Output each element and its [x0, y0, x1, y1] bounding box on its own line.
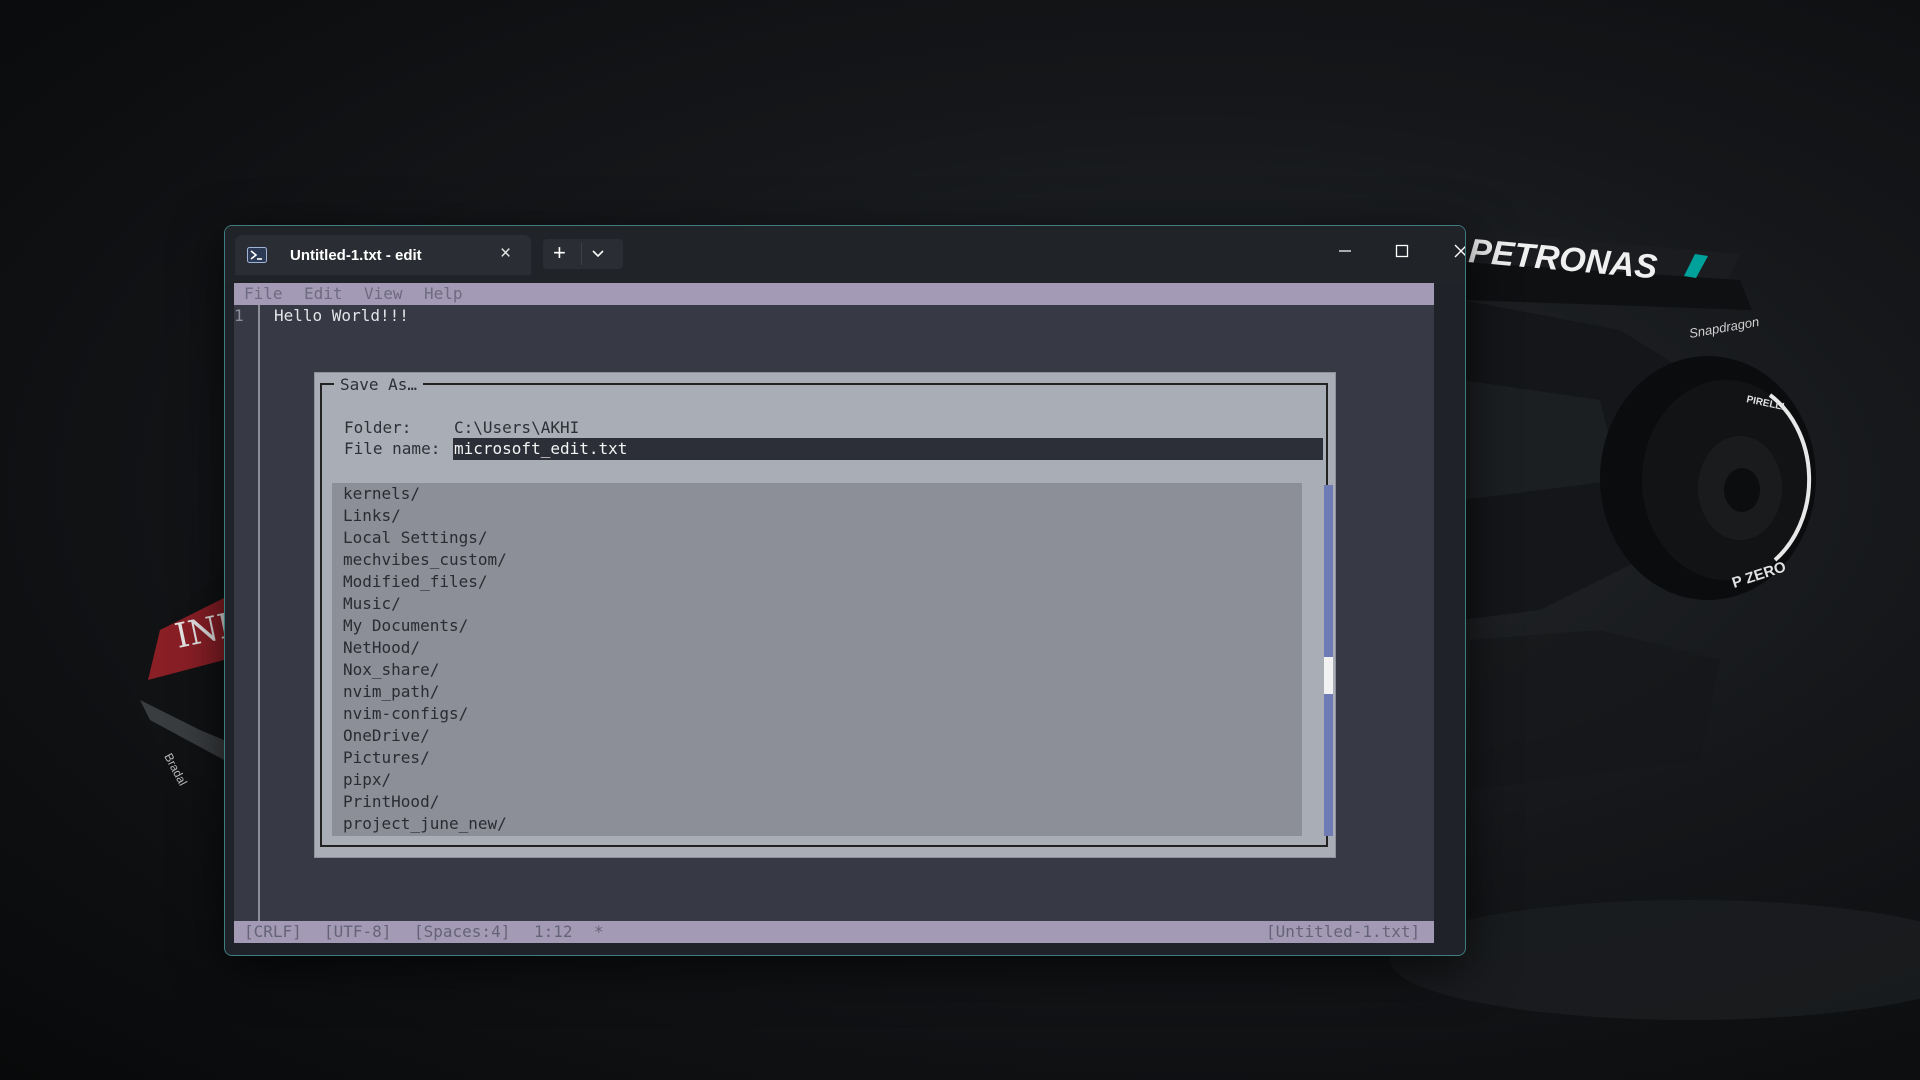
- status-filename: [Untitled-1.txt]: [1266, 922, 1421, 941]
- menu-view[interactable]: View: [364, 283, 403, 305]
- title-bar[interactable]: Untitled-1.txt - edit × +: [225, 226, 1465, 283]
- file-list-item[interactable]: nvim_path/: [343, 681, 439, 703]
- tab-actions: +: [543, 239, 623, 269]
- status-modified-indicator: *: [594, 922, 604, 941]
- status-indent[interactable]: [Spaces:4]: [414, 921, 510, 943]
- folder-label: Folder:: [344, 418, 412, 437]
- status-cursor-position: 1:12: [534, 922, 573, 941]
- filename-label: File name:: [344, 439, 441, 458]
- menu-file[interactable]: File: [244, 283, 283, 305]
- folder-path: C:\Users\AKHI: [454, 418, 580, 437]
- file-list-item[interactable]: OneDrive/: [343, 725, 430, 747]
- new-tab-plus-icon[interactable]: +: [553, 241, 566, 265]
- line-number: 1: [234, 306, 244, 325]
- file-list-item[interactable]: kernels/: [343, 483, 420, 505]
- file-list-item[interactable]: project_june_new/: [343, 813, 507, 835]
- filename-input[interactable]: [453, 438, 1323, 460]
- file-list-item[interactable]: Links/: [343, 505, 401, 527]
- close-tab-icon[interactable]: ×: [500, 244, 511, 264]
- scrollbar-thumb[interactable]: [1324, 657, 1333, 694]
- file-list-item[interactable]: Modified_files/: [343, 571, 488, 593]
- file-list-item[interactable]: PrintHood/: [343, 791, 439, 813]
- menu-edit[interactable]: Edit: [304, 283, 343, 305]
- file-list-item[interactable]: Pictures/: [343, 747, 430, 769]
- file-list-item[interactable]: NetHood/: [343, 637, 420, 659]
- menu-help[interactable]: Help: [424, 283, 463, 305]
- file-list-scrollbar[interactable]: [1324, 485, 1333, 836]
- powershell-icon: [247, 247, 267, 263]
- file-list-item[interactable]: Music/: [343, 593, 401, 615]
- car-tyre: PIRELLI P ZERO: [1600, 356, 1816, 600]
- status-bar: [CRLF] [UTF-8] [Spaces:4] 1:12 * [Untitl…: [234, 921, 1434, 943]
- tab-actions-divider: [581, 243, 582, 265]
- file-list[interactable]: kernels/Links/Local Settings/mechvibes_c…: [332, 483, 1302, 836]
- gutter-divider: [258, 305, 260, 921]
- tab-title: Untitled-1.txt - edit: [290, 247, 422, 264]
- file-list-item[interactable]: nvim-configs/: [343, 703, 468, 725]
- file-list-item[interactable]: mechvibes_custom/: [343, 549, 507, 571]
- status-encoding[interactable]: [UTF-8]: [324, 921, 391, 943]
- menu-bar: File Edit View Help: [234, 283, 1434, 305]
- minimize-icon[interactable]: [1322, 238, 1368, 264]
- dialog-title: Save As…: [334, 374, 424, 396]
- save-as-dialog: Save As… Folder: C:\Users\AKHI File name…: [315, 373, 1335, 857]
- file-list-item[interactable]: Local Settings/: [343, 527, 488, 549]
- status-line-ending[interactable]: [CRLF]: [244, 921, 302, 943]
- file-list-item[interactable]: pipx/: [343, 769, 391, 791]
- close-window-icon[interactable]: [1438, 238, 1466, 264]
- editor-text-line[interactable]: Hello World!!!: [274, 305, 409, 327]
- file-list-item[interactable]: My Documents/: [343, 615, 468, 637]
- file-list-item[interactable]: Nox_share/: [343, 659, 439, 681]
- chevron-down-icon[interactable]: [591, 247, 605, 261]
- maximize-icon[interactable]: [1379, 238, 1425, 264]
- terminal-tab[interactable]: Untitled-1.txt - edit ×: [235, 235, 531, 275]
- svg-text:Snapdragon: Snapdragon: [1688, 314, 1760, 341]
